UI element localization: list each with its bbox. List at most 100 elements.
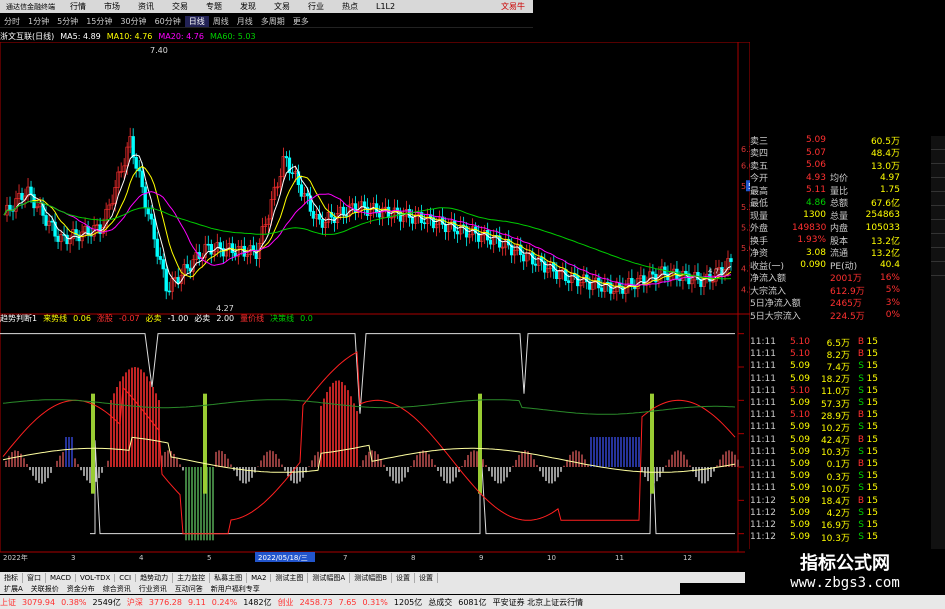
indicator-tab[interactable]: 测试幅图A xyxy=(308,572,351,583)
trade-row: 11:11 5.10 11.0万 S 15 xyxy=(750,385,920,398)
menu-item[interactable]: 行业 xyxy=(299,1,333,12)
period-tab[interactable]: 多周期 xyxy=(257,16,289,27)
side-tab[interactable] xyxy=(931,136,945,150)
app-title: 通达信金融终端 xyxy=(6,2,55,11)
trade-time: 11:11 xyxy=(750,361,776,372)
quote-value2: 4.97 xyxy=(879,172,900,183)
period-tab[interactable]: 5分钟 xyxy=(53,16,82,27)
x-tick: 9 xyxy=(479,554,483,562)
trade-price: 5.09 xyxy=(789,519,810,530)
candle-body xyxy=(729,258,733,262)
extension-tab[interactable]: 扩展A xyxy=(0,584,27,594)
menu-item[interactable]: 专题 xyxy=(197,1,231,12)
candle-body xyxy=(284,156,289,159)
candle-body xyxy=(164,268,168,292)
indicator-tab[interactable]: 测试主图 xyxy=(271,572,309,583)
indicator-tab[interactable]: 主力监控 xyxy=(173,572,211,583)
quote-value2: 5% xyxy=(885,285,900,296)
trade-row: 11:11 5.09 57.3万 S 15 xyxy=(750,397,920,410)
trend-red-line xyxy=(2,351,736,535)
extension-tab[interactable]: 关联报价 xyxy=(27,584,63,594)
indicator-tab[interactable]: 私募主图 xyxy=(210,572,248,583)
quote-label2: PE(动) xyxy=(830,261,858,272)
candle-body xyxy=(167,290,171,293)
menu-item[interactable]: 行情 xyxy=(61,1,95,12)
candle-body xyxy=(555,270,559,280)
indicator-tab[interactable]: 窗口 xyxy=(23,572,46,583)
trade-row: 11:11 5.09 0.1万 B 15 xyxy=(750,458,920,471)
side-tab[interactable] xyxy=(931,178,945,192)
menu-item[interactable]: 热点 xyxy=(333,1,367,12)
quote-value2: 13.0万 xyxy=(870,161,900,172)
indicator-line-value: -0.07 xyxy=(118,314,140,323)
period-tab[interactable]: 分时 xyxy=(0,16,24,27)
side-tab[interactable] xyxy=(931,262,945,276)
candle-body xyxy=(651,271,655,275)
quote-value2: 48.4万 xyxy=(870,149,900,160)
quote-label: 卖三 xyxy=(750,136,769,147)
ma60-label: MA60: 5.03 xyxy=(209,32,256,41)
quote-label: 净资 xyxy=(750,249,769,260)
quote-row: 净资 3.08 流通 13.2亿 xyxy=(750,247,945,260)
candle-body xyxy=(488,239,493,245)
period-tab[interactable]: 30分钟 xyxy=(116,16,150,27)
extension-tabs: 扩展A 关联报价 资金分布 综合资讯 行业资讯 互动问答 新用户福利专享 xyxy=(0,583,680,594)
quote-value2: 1.75 xyxy=(879,185,900,196)
extension-tab[interactable]: 资金分布 xyxy=(63,584,99,594)
extension-tab[interactable]: 行业资讯 xyxy=(135,584,171,594)
indicator-tab[interactable]: MA2 xyxy=(247,573,272,582)
quote-label: 现量 xyxy=(750,211,769,222)
trade-price: 5.09 xyxy=(789,532,810,543)
quote-label2: 量比 xyxy=(830,186,849,197)
indicator-tab[interactable]: CCI xyxy=(115,573,137,582)
extension-tab[interactable]: 互动问答 xyxy=(171,584,207,594)
x-tick: 3 xyxy=(71,554,75,562)
indicator-tab[interactable]: MACD xyxy=(46,573,76,582)
period-tab[interactable]: 周线 xyxy=(209,16,233,27)
quote-label2: 2465万 xyxy=(830,299,862,310)
side-tab[interactable] xyxy=(931,164,945,178)
kline-chart[interactable]: 6.206.005.755.505.255.004.754.507.404.27… xyxy=(0,42,750,572)
extension-tab[interactable]: 综合资讯 xyxy=(99,584,135,594)
cy-index-value: 2458.73 xyxy=(299,597,333,607)
trade-price: 5.09 xyxy=(789,471,810,482)
extension-tab[interactable]: 新用户福利专享 xyxy=(207,584,264,594)
menu-item[interactable]: L1L2 xyxy=(367,2,404,11)
quote-value: 1.93% xyxy=(797,235,826,246)
menu-item[interactable]: 市场 xyxy=(95,1,129,12)
trade-time: 11:11 xyxy=(750,337,776,348)
cy-index-label: 创业 xyxy=(277,597,294,607)
side-tab[interactable] xyxy=(931,192,945,206)
period-tab[interactable]: 更多 xyxy=(289,16,313,27)
trade-time: 11:11 xyxy=(750,471,776,482)
menu-item[interactable]: 文易 xyxy=(265,1,299,12)
x-tick: 4 xyxy=(139,554,144,562)
side-toolbar[interactable] xyxy=(931,136,945,576)
trade-count: 15 xyxy=(866,471,878,482)
period-tab[interactable]: 月线 xyxy=(233,16,257,27)
quote-value2: 3% xyxy=(885,297,900,308)
menu-item[interactable]: 发现 xyxy=(231,1,265,12)
period-tab[interactable]: 1分钟 xyxy=(24,16,53,27)
period-tab[interactable]: 60分钟 xyxy=(151,16,185,27)
signal-spike xyxy=(203,393,207,494)
indicator-line-value: 0.06 xyxy=(73,314,91,323)
side-tab[interactable] xyxy=(931,234,945,248)
trade-side: B xyxy=(857,349,864,360)
indicator-tab[interactable]: 设置 xyxy=(415,572,439,583)
side-tab[interactable] xyxy=(931,248,945,262)
menu-item[interactable]: 交易 xyxy=(163,1,197,12)
quote-row: 5日净流入额 2465万 3% xyxy=(750,297,945,310)
candle-body xyxy=(143,186,147,209)
indicator-tab[interactable]: 趋势动力 xyxy=(136,572,174,583)
indicator-tab[interactable]: VOL-TDX xyxy=(76,573,116,582)
period-tab[interactable]: 15分钟 xyxy=(82,16,116,27)
indicator-tab[interactable]: 测试幅图B xyxy=(350,572,393,583)
side-tab[interactable] xyxy=(931,150,945,164)
side-tab[interactable] xyxy=(931,220,945,234)
indicator-tab[interactable]: 指标 xyxy=(0,572,23,583)
period-tab-selected[interactable]: 日线 xyxy=(184,15,209,27)
menu-item[interactable]: 资讯 xyxy=(129,1,163,12)
indicator-tab[interactable]: 设置 xyxy=(392,572,416,583)
side-tab[interactable] xyxy=(931,206,945,220)
